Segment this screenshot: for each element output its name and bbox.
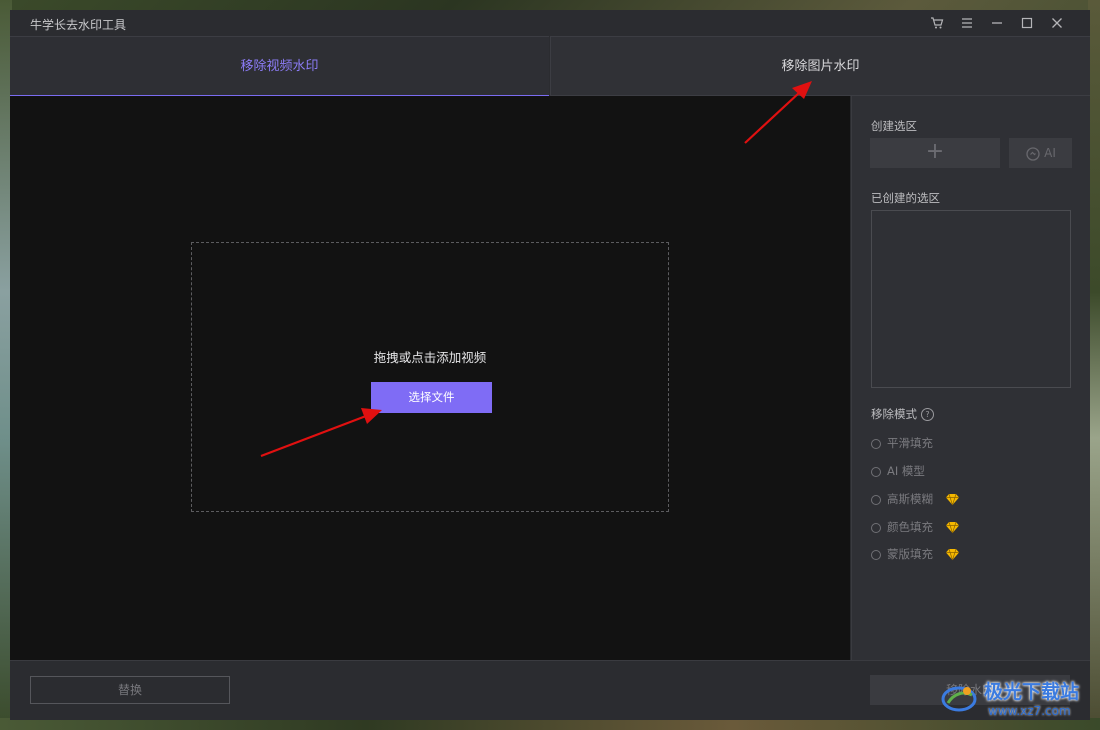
watermark-site-name: 极光下载站: [984, 681, 1080, 703]
mode-option-label: 蒙版填充: [887, 547, 933, 561]
mode-option-mask-fill[interactable]: 蒙版填充: [871, 546, 960, 562]
created-regions-list: [871, 210, 1071, 388]
mode-option-ai-model[interactable]: AI 模型: [871, 463, 925, 479]
radio-icon: [871, 549, 881, 560]
choose-file-button[interactable]: 选择文件: [371, 382, 492, 413]
replace-button[interactable]: 替换: [30, 676, 230, 704]
mode-option-label: 平滑填充: [887, 436, 933, 450]
radio-icon: [871, 466, 881, 477]
site-watermark: 极光下载站 www.xz7.com: [940, 677, 1090, 721]
premium-diamond-icon: [945, 521, 959, 534]
title-bar: 牛学长去水印工具: [10, 10, 1090, 36]
mode-option-smooth-fill[interactable]: 平滑填充: [871, 435, 933, 451]
minimize-icon[interactable]: [986, 13, 1008, 33]
hamburger-menu-icon[interactable]: [956, 13, 978, 33]
maximize-icon[interactable]: [1016, 13, 1038, 33]
tab-remove-image-watermark[interactable]: 移除图片水印: [550, 36, 1090, 96]
premium-diamond-icon: [945, 548, 959, 561]
create-region-label: 创建选区: [871, 119, 917, 133]
mode-option-color-fill[interactable]: 颜色填充: [871, 519, 960, 535]
site-logo-icon: [941, 686, 977, 712]
add-region-button[interactable]: +: [870, 138, 1000, 168]
radio-icon: [871, 438, 881, 449]
remove-mode-text: 移除模式: [871, 407, 917, 421]
drop-hint-text: 拖拽或点击添加视频: [373, 350, 487, 365]
plus-icon: +: [925, 139, 945, 164]
remove-mode-label: 移除模式?: [871, 406, 934, 422]
help-icon[interactable]: ?: [921, 408, 934, 421]
mode-option-label: 高斯模糊: [887, 492, 933, 506]
mode-option-label: 颜色填充: [887, 520, 933, 534]
tab-bar: 移除视频水印 移除图片水印: [10, 36, 1090, 96]
shopping-cart-icon[interactable]: [926, 13, 948, 33]
ai-detect-icon: [1026, 146, 1040, 161]
radio-icon: [871, 522, 881, 533]
settings-sidebar: 创建选区 + AI 已创建的选区 移除模式? 平滑填充 AI 模型 高斯模糊 颜…: [851, 96, 1090, 660]
radio-icon: [871, 494, 881, 505]
watermark-site-url: www.xz7.com: [988, 704, 1071, 718]
app-title: 牛学长去水印工具: [30, 18, 127, 32]
app-window: 牛学长去水印工具 移除视频水印 移除图片水印 拖拽或点击添加视频 选择文件 创建…: [10, 10, 1090, 720]
mode-option-label: AI 模型: [887, 464, 925, 478]
created-regions-label: 已创建的选区: [871, 191, 940, 205]
footer-bar: 替换 移除水印: [10, 660, 1090, 720]
premium-diamond-icon: [945, 493, 959, 506]
video-drop-zone[interactable]: 拖拽或点击添加视频 选择文件: [191, 242, 669, 512]
video-canvas: 拖拽或点击添加视频 选择文件: [10, 96, 850, 660]
close-icon[interactable]: [1046, 13, 1068, 33]
ai-button-label: AI: [1044, 146, 1056, 160]
ai-region-button[interactable]: AI: [1009, 138, 1072, 168]
mode-option-gaussian-blur[interactable]: 高斯模糊: [871, 491, 960, 507]
tab-remove-video-watermark[interactable]: 移除视频水印: [10, 36, 549, 96]
